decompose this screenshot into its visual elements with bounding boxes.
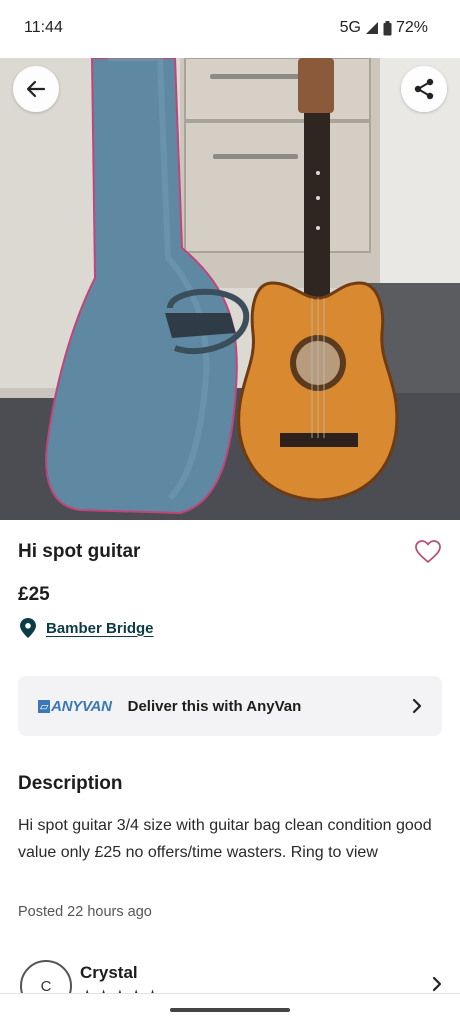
anyvan-delivery-label: Deliver this with AnyVan [127,697,302,715]
guitar-photo-image [0,58,460,520]
battery-level: 72% [395,19,428,36]
signal-icon [365,22,378,34]
listing-location[interactable]: Bamber Bridge [20,618,154,638]
arrow-left-icon [26,80,46,98]
status-bar: 11:44 5G 72% [0,0,460,58]
anyvan-logo: ▱ ANYVAN [38,698,112,715]
posted-time: Posted 22 hours ago [18,904,152,920]
back-button[interactable] [13,66,59,112]
anyvan-logo-text: ANYVAN [51,697,112,715]
favourite-heart-icon[interactable] [414,538,442,566]
anyvan-delivery-card[interactable]: ▱ ANYVAN Deliver this with AnyVan [18,676,442,736]
description-body: Hi spot guitar 3/4 size with guitar bag … [18,817,432,861]
network-label: 5G [339,19,361,36]
chevron-right-icon [412,698,422,714]
listing-photo[interactable] [0,58,460,520]
location-link[interactable]: Bamber Bridge [46,620,154,637]
listing-header: Hi spot guitar [18,538,442,566]
listing-title: Hi spot guitar [18,541,141,562]
location-pin-icon [20,618,36,638]
seller-name: Crystal [80,963,138,982]
anyvan-logo-mark: ▱ [38,699,51,713]
status-indicators: 5G 72% [340,19,428,37]
share-button[interactable] [401,66,447,112]
share-icon [414,78,434,100]
status-time: 11:44 [24,19,63,36]
description-heading: Description [18,773,123,794]
listing-price: £25 [18,584,50,605]
chevron-right-icon [432,976,442,992]
home-indicator[interactable] [170,1008,290,1012]
battery-icon [383,20,392,35]
